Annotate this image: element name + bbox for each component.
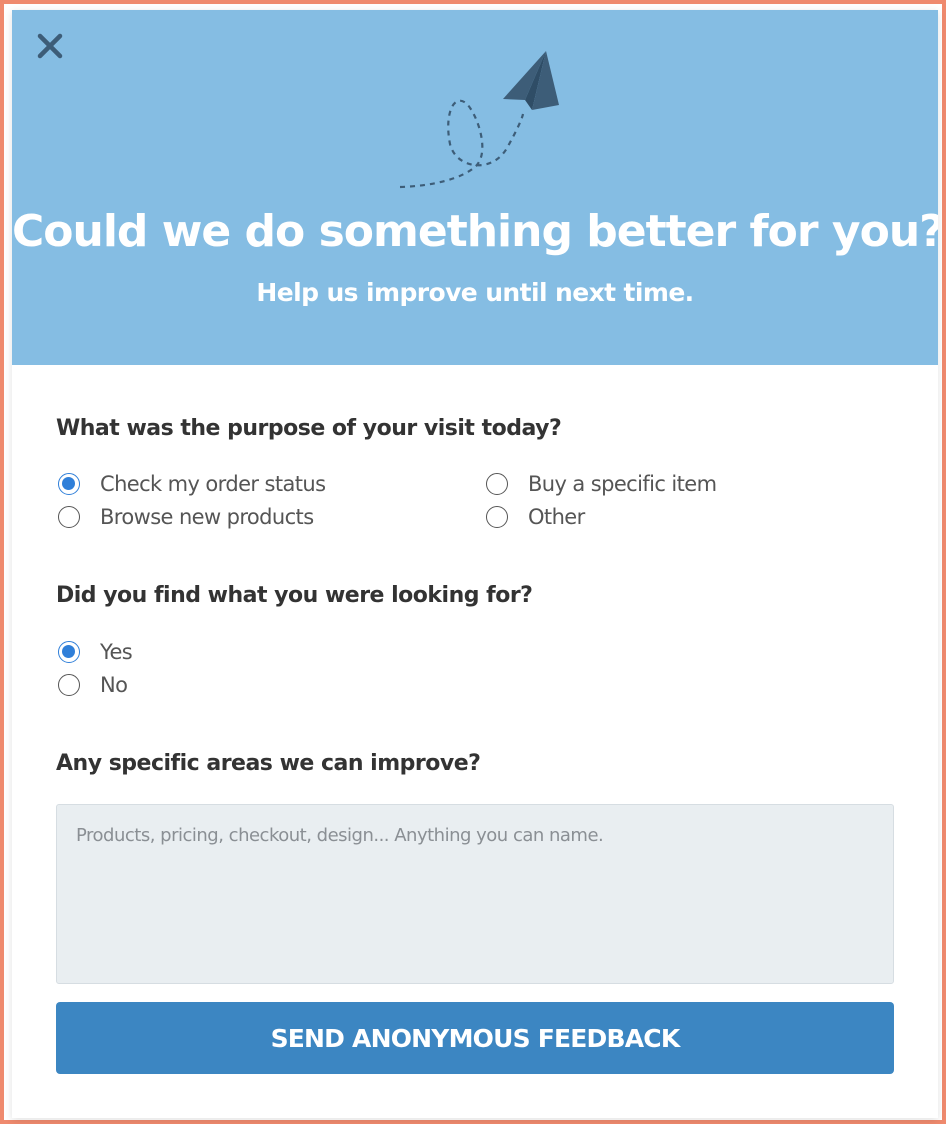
screenshot-frame: Could we do something better for you? He… bbox=[0, 0, 946, 1124]
purpose-option-check-order[interactable]: Check my order status bbox=[58, 471, 326, 497]
close-icon[interactable] bbox=[36, 32, 64, 60]
page-subtitle: Help us improve until next time. bbox=[256, 278, 694, 307]
radio-unchecked-icon[interactable] bbox=[58, 506, 80, 528]
feedback-header: Could we do something better for you? He… bbox=[12, 10, 938, 365]
purpose-option-other[interactable]: Other bbox=[486, 504, 585, 530]
option-label: No bbox=[100, 673, 128, 697]
paper-plane-icon bbox=[399, 51, 559, 189]
found-question-title: Did you find what you were looking for? bbox=[56, 583, 533, 608]
purpose-question-title: What was the purpose of your visit today… bbox=[56, 416, 562, 441]
purpose-option-buy-item[interactable]: Buy a specific item bbox=[486, 471, 717, 497]
radio-checked-icon[interactable] bbox=[58, 641, 80, 663]
improve-question-title: Any specific areas we can improve? bbox=[56, 751, 481, 776]
purpose-option-browse-products[interactable]: Browse new products bbox=[58, 504, 314, 530]
radio-checked-icon[interactable] bbox=[58, 473, 80, 495]
page-title: Could we do something better for you? bbox=[12, 206, 938, 257]
feedback-modal: Could we do something better for you? He… bbox=[12, 10, 938, 1118]
radio-unchecked-icon[interactable] bbox=[486, 473, 508, 495]
option-label: Browse new products bbox=[100, 505, 314, 529]
found-option-no[interactable]: No bbox=[58, 672, 128, 698]
improvement-textarea[interactable] bbox=[56, 804, 894, 984]
close-button[interactable] bbox=[36, 32, 64, 60]
radio-unchecked-icon[interactable] bbox=[58, 674, 80, 696]
radio-unchecked-icon[interactable] bbox=[486, 506, 508, 528]
found-option-yes[interactable]: Yes bbox=[58, 639, 133, 665]
send-feedback-button[interactable]: SEND ANONYMOUS FEEDBACK bbox=[56, 1002, 894, 1074]
option-label: Other bbox=[528, 505, 585, 529]
option-label: Buy a specific item bbox=[528, 472, 717, 496]
option-label: Yes bbox=[100, 640, 133, 664]
option-label: Check my order status bbox=[100, 472, 326, 496]
